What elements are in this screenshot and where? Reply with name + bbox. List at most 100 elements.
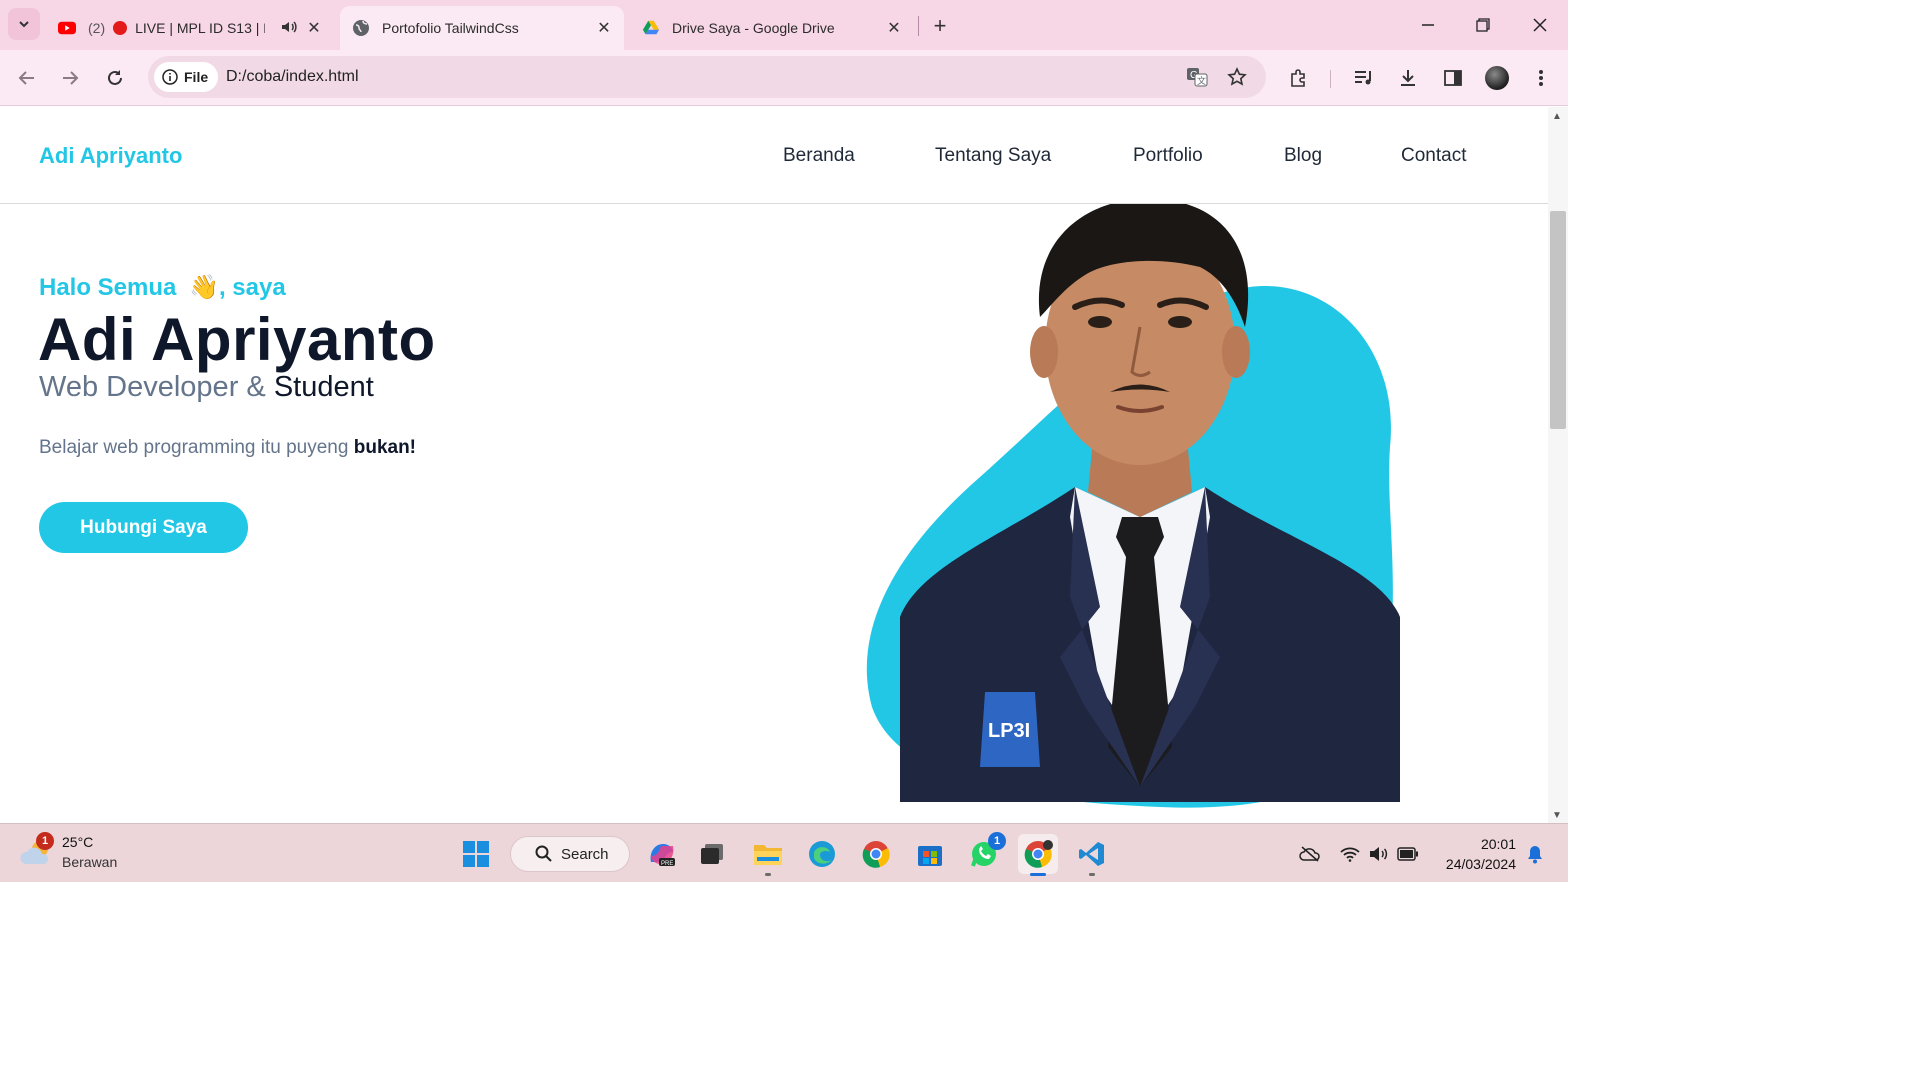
taskbar-clock[interactable]: 20:01 24/03/2024 [1436, 834, 1516, 874]
download-icon[interactable] [1392, 62, 1424, 94]
chrome-app[interactable] [856, 834, 896, 874]
waving-hand-icon: 👋 [189, 274, 219, 301]
live-dot-icon [113, 21, 128, 35]
restore-icon [1476, 18, 1490, 32]
site-info-chip[interactable]: File [154, 62, 219, 92]
file-explorer-app[interactable] [748, 834, 788, 876]
vscode-app[interactable] [1072, 834, 1112, 876]
info-icon [162, 69, 178, 85]
chrome-icon [1024, 840, 1053, 868]
nav-beranda[interactable]: Beranda [783, 145, 855, 167]
tab-title: Portofolio TailwindCss [382, 20, 519, 36]
start-button[interactable] [456, 834, 496, 874]
tab-title: LIVE | MPL ID S13 | Ro [135, 20, 265, 36]
whatsapp-badge: 1 [988, 832, 1006, 850]
running-indicator [1089, 873, 1095, 876]
task-view-icon [701, 844, 723, 864]
svg-text:PRE: PRE [661, 861, 673, 867]
weather-temperature: 25°C [62, 834, 94, 850]
description-text: Belajar web programming itu puyeng [39, 437, 349, 458]
svg-text:文: 文 [1197, 75, 1206, 86]
close-icon[interactable]: ✕ [304, 18, 324, 38]
back-button[interactable] [11, 62, 43, 94]
onedrive-offline-icon[interactable] [1299, 844, 1321, 864]
taskbar-search[interactable]: Search [510, 836, 630, 872]
tab-title: Drive Saya - Google Drive [672, 20, 835, 36]
greeting-text: Halo Semua [39, 274, 177, 301]
search-label: Search [561, 845, 609, 863]
toolbar-separator [1330, 70, 1331, 88]
url-text[interactable]: D:/coba/index.html [226, 68, 359, 86]
tab-search-button[interactable] [8, 8, 40, 40]
microsoft-store-icon [918, 846, 942, 866]
profile-photo: LP3I [866, 187, 1400, 808]
vscode-icon [1079, 842, 1104, 866]
hero-description: Belajar web programming itu puyeng bukan… [39, 437, 416, 459]
page-scrollbar[interactable]: ▲ ▼ [1548, 107, 1568, 823]
media-control-icon[interactable] [1348, 62, 1380, 94]
address-bar[interactable]: File D:/coba/index.html G文 [148, 56, 1266, 98]
tab-google-drive[interactable]: Drive Saya - Google Drive ✕ [630, 6, 914, 50]
tab-youtube[interactable]: (2) LIVE | MPL ID S13 | Ro ✕ [46, 6, 334, 50]
battery-icon[interactable] [1397, 844, 1419, 864]
avatar [1485, 66, 1509, 90]
new-tab-button[interactable]: + [926, 12, 954, 40]
notification-bell-icon[interactable] [1524, 844, 1546, 864]
hero-greeting: Halo Semua 👋, saya [39, 273, 286, 302]
tab-portofolio[interactable]: Portofolio TailwindCss ✕ [340, 6, 624, 50]
contact-me-button[interactable]: Hubungi Saya [39, 502, 248, 553]
forward-button[interactable] [54, 62, 86, 94]
nav-contact[interactable]: Contact [1401, 145, 1466, 167]
folder-icon [754, 845, 782, 865]
volume-icon[interactable] [1368, 844, 1390, 864]
profile-avatar[interactable] [1481, 62, 1513, 94]
side-panel-icon[interactable] [1437, 62, 1469, 94]
running-indicator [765, 873, 771, 876]
chevron-down-icon [19, 21, 29, 28]
browser-toolbar: File D:/coba/index.html G文 [0, 50, 1568, 106]
star-icon[interactable] [1224, 64, 1250, 90]
scrollbar-thumb[interactable] [1550, 211, 1566, 429]
menu-icon[interactable] [1525, 62, 1557, 94]
edge-icon [809, 841, 835, 867]
minimize-icon [1422, 24, 1434, 26]
clock-time: 20:01 [1480, 836, 1516, 852]
nav-blog[interactable]: Blog [1284, 145, 1322, 167]
task-view-app[interactable] [692, 834, 732, 874]
greeting-suffix: , saya [218, 274, 286, 301]
nav-tentang-saya[interactable]: Tentang Saya [935, 145, 1051, 167]
minimize-button[interactable] [1408, 10, 1448, 40]
tab-prefix: (2) [88, 20, 106, 36]
description-bold: bukan! [353, 437, 417, 458]
windows-taskbar: 1 25°C Berawan Search PRE 1 20:01 24/03/… [0, 823, 1568, 882]
translate-icon[interactable]: G文 [1184, 64, 1210, 90]
lp3i-badge-icon: LP3I [980, 692, 1040, 767]
weather-widget[interactable]: 1 25°C Berawan [20, 832, 160, 876]
nav-portfolio[interactable]: Portfolio [1133, 145, 1203, 167]
close-icon[interactable]: ✕ [884, 18, 904, 38]
clock-date: 24/03/2024 [1445, 856, 1516, 872]
extensions-icon[interactable] [1283, 62, 1315, 94]
store-app[interactable] [910, 834, 950, 874]
chrome-profile-app[interactable] [1018, 834, 1058, 876]
arrow-left-icon [18, 71, 34, 85]
arrow-right-icon [63, 71, 79, 85]
restore-button[interactable] [1463, 10, 1503, 40]
wifi-icon[interactable] [1339, 844, 1361, 864]
whatsapp-app[interactable]: 1 [964, 832, 1006, 874]
reload-icon [108, 70, 122, 85]
scroll-down-arrow-icon[interactable]: ▼ [1552, 810, 1562, 821]
svg-text:LP3I: LP3I [988, 720, 1030, 742]
page-viewport: Adi Apriyanto Beranda Tentang Saya Portf… [0, 107, 1548, 823]
edge-app[interactable] [802, 834, 842, 874]
tab-separator [918, 16, 919, 36]
close-window-button[interactable] [1520, 10, 1560, 40]
site-brand-link[interactable]: Adi Apriyanto [39, 143, 182, 169]
reload-button[interactable] [99, 62, 131, 94]
speaker-icon[interactable] [280, 18, 298, 39]
close-icon[interactable]: ✕ [594, 18, 614, 38]
copilot-icon: PRE [650, 844, 675, 867]
copilot-app[interactable]: PRE [642, 834, 682, 874]
active-indicator [1030, 873, 1046, 876]
scroll-up-arrow-icon[interactable]: ▲ [1552, 111, 1562, 122]
